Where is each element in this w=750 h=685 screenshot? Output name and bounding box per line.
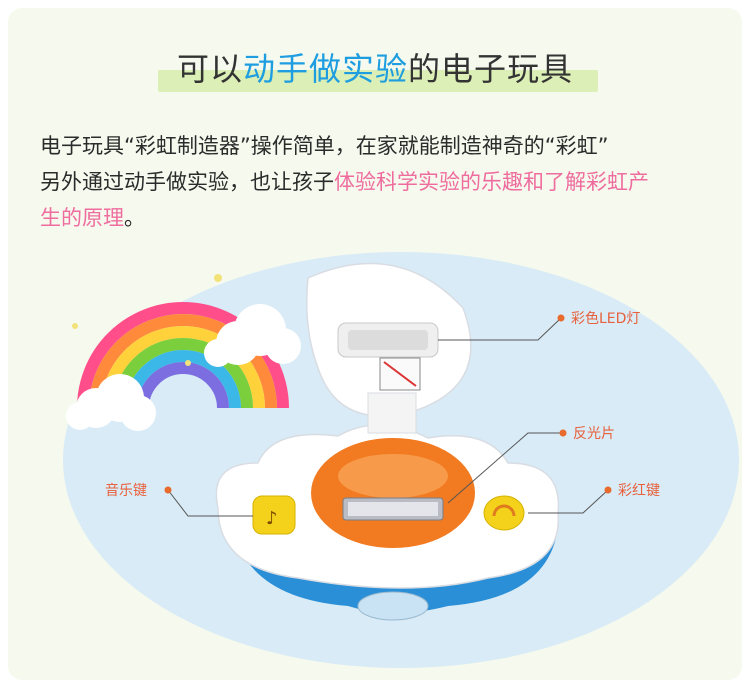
callout-lines [164,314,612,517]
callout-reflector: 反光片 [573,426,615,442]
product-card: 可以动手做实验的电子玩具 电子玩具“彩虹制造器”操作简单，在家就能制造神奇的“彩… [8,8,742,680]
callout-rainbow-key: 彩红键 [618,483,660,499]
callout-music-key: 音乐键 [105,483,147,499]
callout-led: 彩色LED灯 [571,311,641,327]
